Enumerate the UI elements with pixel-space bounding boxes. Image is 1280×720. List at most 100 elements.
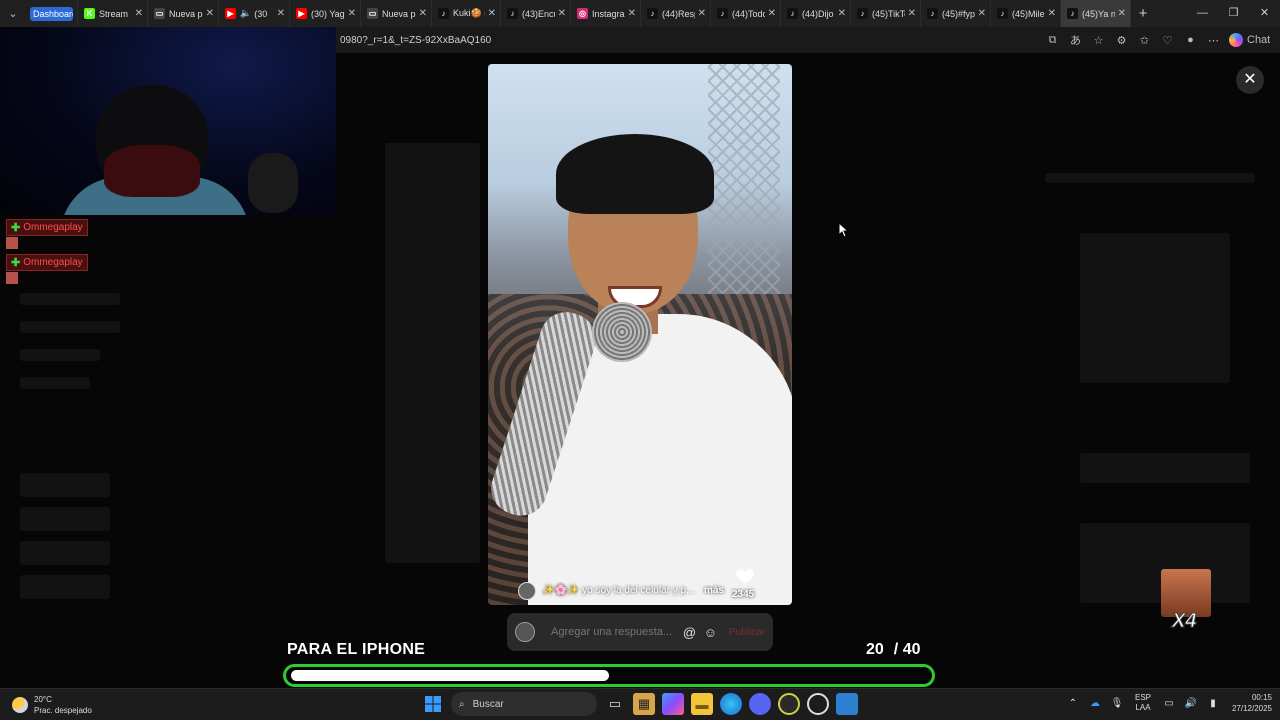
display-icon[interactable]: ▭ <box>1160 698 1178 709</box>
story-video[interactable]: ✨🌸✨ yo soy la del celular y p... más 234… <box>488 64 792 605</box>
browser-tab[interactable]: ♪ (45)TikTo✕ <box>851 0 921 27</box>
tab-close-icon[interactable]: ✕ <box>838 8 846 19</box>
browser-tab[interactable]: ♪ (44)Dijo ✕ <box>781 0 851 27</box>
browser-tab[interactable]: ▭ Nueva pe✕ <box>361 0 432 27</box>
new-tab-plus-icon[interactable]: + <box>1131 5 1155 22</box>
copilot-app-icon[interactable] <box>662 693 684 715</box>
tab-close-icon[interactable]: ✕ <box>978 8 986 19</box>
windows-start-icon[interactable] <box>422 693 444 715</box>
tab-close-icon[interactable]: ✕ <box>277 8 285 19</box>
close-story-icon[interactable]: ✕ <box>1236 66 1264 94</box>
chat-username: Ommegaplay <box>23 257 83 268</box>
singer-hair <box>556 134 714 214</box>
open-in-app-icon[interactable]: ⧉ <box>1041 34 1064 47</box>
caption-more-link[interactable]: más <box>704 585 724 596</box>
browser-tab[interactable]: ♪ (43)Encu✕ <box>501 0 571 27</box>
weather-temperature: 20°C <box>34 695 52 704</box>
photos-icon[interactable] <box>836 693 858 715</box>
onedrive-icon[interactable]: ☁ <box>1086 698 1104 709</box>
language-indicator[interactable]: ESP LAA <box>1130 693 1156 713</box>
close-window-icon[interactable]: ✕ <box>1249 0 1280 27</box>
copilot-chat-button[interactable]: Chat <box>1225 33 1274 47</box>
browser-tab[interactable]: K Stream ✕ <box>78 0 148 27</box>
file-explorer-icon[interactable]: ▬ <box>691 693 713 715</box>
battery-icon[interactable]: ▮ <box>1204 698 1222 709</box>
browser-tab[interactable]: ♪ Kuki🍪 (✕ <box>432 0 501 27</box>
store-icon[interactable]: ▦ <box>633 693 655 715</box>
tab-close-icon[interactable]: ✕ <box>768 8 776 19</box>
browser-tab[interactable]: ♪ (45)#fyp ✕ <box>921 0 991 27</box>
tab-close-icon[interactable]: ✕ <box>348 8 356 19</box>
goal-progress-bar <box>283 664 935 687</box>
ghost-nav-item <box>20 293 120 305</box>
reply-input[interactable] <box>551 626 679 638</box>
tray-overflow-chevron-icon[interactable]: ⌃ <box>1064 698 1082 709</box>
taskbar-search[interactable]: ⌕ Buscar <box>451 692 597 716</box>
tab-close-icon[interactable]: ✕ <box>419 8 427 19</box>
extensions-icon[interactable]: ⚙ <box>1110 34 1133 47</box>
emote-multiplier: X4 <box>1171 610 1197 633</box>
browser-tab[interactable]: ♪ (44)Resp✕ <box>641 0 711 27</box>
tab-title: (30) Yag <box>311 8 345 19</box>
stage-truss <box>708 64 780 294</box>
tab-actions-chevron-icon[interactable]: ⌄ <box>0 0 26 27</box>
tab-close-icon[interactable]: ✕ <box>628 8 636 19</box>
tab-title: Instagram <box>592 8 625 19</box>
tab-close-icon[interactable]: ✕ <box>135 8 143 19</box>
caption-text: yo soy la del celular y p... <box>582 585 695 596</box>
tab-favicon-icon: ♪ <box>717 8 728 19</box>
app-icon[interactable] <box>778 693 800 715</box>
goal-progress-fill <box>291 670 609 681</box>
microphone-icon[interactable]: 🎙 <box>1108 698 1126 709</box>
mention-at-icon[interactable]: @ <box>679 625 700 640</box>
tab-close-icon[interactable]: ✕ <box>206 8 214 19</box>
system-tray: ⌃ ☁ 🎙 ESP LAA ▭ 🔊 ▮ 00:15 27/12/2025 <box>1064 692 1272 714</box>
browser-tab[interactable]: ♪ (45)Miler ✕ <box>991 0 1061 27</box>
clock[interactable]: 00:15 27/12/2025 <box>1226 692 1272 714</box>
obs-icon[interactable] <box>807 693 829 715</box>
volume-icon[interactable]: 🔊 <box>1182 698 1200 709</box>
restore-icon[interactable]: ❐ <box>1218 0 1249 27</box>
story-author-avatar[interactable] <box>518 582 536 600</box>
browser-tab[interactable]: Dashboard <box>26 0 78 27</box>
browser-essentials-icon[interactable]: ♡ <box>1156 34 1179 47</box>
tab-close-icon[interactable]: ✕ <box>1048 8 1056 19</box>
tab-close-icon[interactable]: ✕ <box>698 8 706 19</box>
screen: ⌄ DashboardKStream✕▭Nueva pe✕▶🔈(30✕▶(30)… <box>0 0 1280 720</box>
browser-tab[interactable]: ♪ (45)Ya no✕ <box>1061 0 1131 27</box>
tab-favicon-icon: ♪ <box>647 8 658 19</box>
tab-title: Nueva pe <box>382 8 416 19</box>
emoji-icon[interactable]: ☺ <box>700 625 721 640</box>
browser-tab[interactable]: ▶ 🔈 (30 ✕ <box>219 0 290 27</box>
tab-title: (45)#fyp <box>942 8 975 19</box>
user-avatar <box>515 622 535 642</box>
browser-tab[interactable]: ▶ (30) Yag ✕ <box>290 0 361 27</box>
chat-message: ✚ Ommegaplay <box>6 253 88 284</box>
discord-icon[interactable] <box>749 693 771 715</box>
browser-tab[interactable]: ♪ (44)Todo ✕ <box>711 0 781 27</box>
favorites-icon[interactable]: ✩ <box>1133 34 1156 47</box>
browser-tab[interactable]: ▭ Nueva pe✕ <box>148 0 219 27</box>
like-heart-icon[interactable] <box>735 566 755 586</box>
tab-close-icon[interactable]: ✕ <box>1118 8 1126 19</box>
browser-tab[interactable]: ◎ Instagram✕ <box>571 0 641 27</box>
task-view-icon[interactable]: ▭ <box>604 693 626 715</box>
weather-widget[interactable]: 20°C Prac. despejado <box>12 694 92 716</box>
tab-title: Kuki🍪 ( <box>453 8 485 18</box>
tab-close-icon[interactable]: ✕ <box>558 8 566 19</box>
tab-close-icon[interactable]: ✕ <box>488 8 496 19</box>
keyboard-layout: LAA <box>1135 703 1151 712</box>
search-label: Buscar <box>472 698 504 710</box>
favorite-star-icon[interactable]: ☆ <box>1087 34 1110 47</box>
tab-audio-icon[interactable]: 🔈 <box>240 8 251 19</box>
url-field[interactable]: 0980?_r=1&_t=ZS-92XxBaAQ160 <box>336 35 1041 46</box>
edge-browser-icon[interactable] <box>720 693 742 715</box>
chat-username-badge: ✚ Ommegaplay <box>6 219 88 236</box>
post-button[interactable]: Publicar <box>729 627 765 638</box>
tab-close-icon[interactable]: ✕ <box>908 8 916 19</box>
translate-icon[interactable]: あ <box>1064 32 1087 48</box>
profile-icon[interactable]: ● <box>1179 34 1202 46</box>
goal-counter: 20 / 40 <box>866 641 920 659</box>
minimize-icon[interactable]: — <box>1187 0 1218 27</box>
more-menu-icon[interactable]: ⋯ <box>1202 34 1225 47</box>
